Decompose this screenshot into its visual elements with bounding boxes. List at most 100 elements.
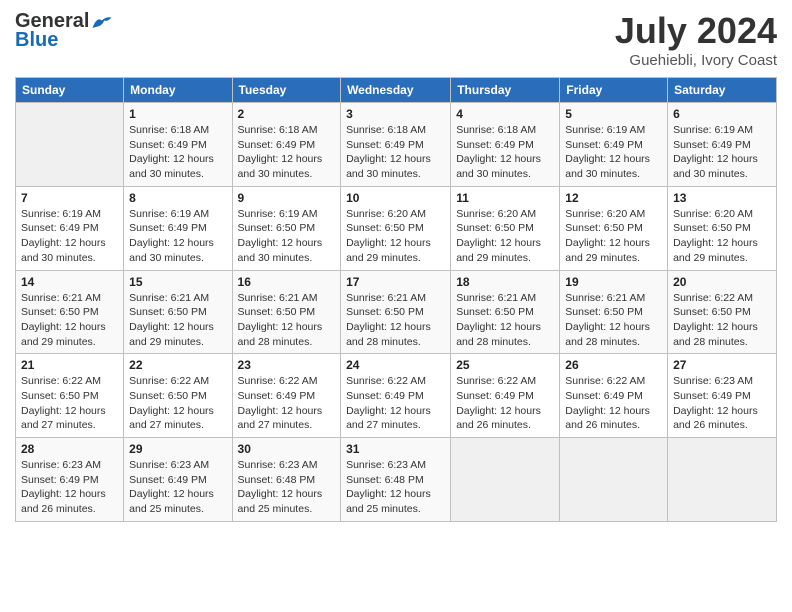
day-info: Sunrise: 6:20 AM Sunset: 6:50 PM Dayligh… xyxy=(456,207,554,266)
day-number: 23 xyxy=(238,358,336,372)
day-info: Sunrise: 6:23 AM Sunset: 6:48 PM Dayligh… xyxy=(238,458,336,517)
page: General Blue July 2024 Guehiebli, Ivory … xyxy=(0,0,792,612)
day-info: Sunrise: 6:22 AM Sunset: 6:49 PM Dayligh… xyxy=(346,374,445,433)
table-cell xyxy=(668,438,777,522)
day-info: Sunrise: 6:20 AM Sunset: 6:50 PM Dayligh… xyxy=(565,207,662,266)
header-tuesday: Tuesday xyxy=(232,78,341,103)
day-info: Sunrise: 6:19 AM Sunset: 6:50 PM Dayligh… xyxy=(238,207,336,266)
day-number: 26 xyxy=(565,358,662,372)
day-number: 30 xyxy=(238,442,336,456)
calendar-header-row: Sunday Monday Tuesday Wednesday Thursday… xyxy=(16,78,777,103)
day-number: 1 xyxy=(129,107,226,121)
table-cell: 24Sunrise: 6:22 AM Sunset: 6:49 PM Dayli… xyxy=(341,354,451,438)
header-saturday: Saturday xyxy=(668,78,777,103)
table-cell: 10Sunrise: 6:20 AM Sunset: 6:50 PM Dayli… xyxy=(341,186,451,270)
day-info: Sunrise: 6:21 AM Sunset: 6:50 PM Dayligh… xyxy=(21,291,118,350)
table-cell: 13 Sunrise: 6:20 AM Sunset: 6:50 PM Dayli… xyxy=(668,186,777,270)
table-cell: 23 Sunrise: 6:22 AM Sunset: 6:49 PM Dayli… xyxy=(232,354,341,438)
day-number: 14 xyxy=(21,275,118,289)
day-number: 22 xyxy=(129,358,226,372)
day-info: Sunrise: 6:23 AM Sunset: 6:48 PM Dayligh… xyxy=(346,458,445,517)
table-cell: 19 Sunrise: 6:21 AM Sunset: 6:50 PM Dayli… xyxy=(560,270,668,354)
table-cell: 28Sunrise: 6:23 AM Sunset: 6:49 PM Dayli… xyxy=(16,438,124,522)
table-cell: 30 Sunrise: 6:23 AM Sunset: 6:48 PM Dayli… xyxy=(232,438,341,522)
table-cell: 5Sunrise: 6:19 AM Sunset: 6:49 PM Daylig… xyxy=(560,103,668,187)
table-cell: 22Sunrise: 6:22 AM Sunset: 6:50 PM Dayli… xyxy=(124,354,232,438)
day-number: 2 xyxy=(238,107,336,121)
day-info: Sunrise: 6:18 AM Sunset: 6:49 PM Dayligh… xyxy=(238,123,336,182)
table-cell: 29Sunrise: 6:23 AM Sunset: 6:49 PM Dayli… xyxy=(124,438,232,522)
month-year: July 2024 xyxy=(615,10,777,52)
table-cell: 26 Sunrise: 6:22 AM Sunset: 6:49 PM Dayli… xyxy=(560,354,668,438)
day-info: Sunrise: 6:22 AM Sunset: 6:49 PM Dayligh… xyxy=(565,374,662,433)
week-row-1: 1 Sunrise: 6:18 AM Sunset: 6:49 PM Daylig… xyxy=(16,103,777,187)
day-number: 9 xyxy=(238,191,336,205)
week-row-5: 28Sunrise: 6:23 AM Sunset: 6:49 PM Dayli… xyxy=(16,438,777,522)
table-cell: 15 Sunrise: 6:21 AM Sunset: 6:50 PM Dayli… xyxy=(124,270,232,354)
day-number: 20 xyxy=(673,275,771,289)
day-info: Sunrise: 6:21 AM Sunset: 6:50 PM Dayligh… xyxy=(238,291,336,350)
day-info: Sunrise: 6:23 AM Sunset: 6:49 PM Dayligh… xyxy=(673,374,771,433)
table-cell: 2 Sunrise: 6:18 AM Sunset: 6:49 PM Daylig… xyxy=(232,103,341,187)
table-cell: 27 Sunrise: 6:23 AM Sunset: 6:49 PM Dayli… xyxy=(668,354,777,438)
day-info: Sunrise: 6:21 AM Sunset: 6:50 PM Dayligh… xyxy=(565,291,662,350)
day-number: 12 xyxy=(565,191,662,205)
day-info: Sunrise: 6:20 AM Sunset: 6:50 PM Dayligh… xyxy=(673,207,771,266)
day-info: Sunrise: 6:19 AM Sunset: 6:49 PM Dayligh… xyxy=(673,123,771,182)
day-info: Sunrise: 6:19 AM Sunset: 6:49 PM Dayligh… xyxy=(565,123,662,182)
table-cell: 6 Sunrise: 6:19 AM Sunset: 6:49 PM Daylig… xyxy=(668,103,777,187)
title-area: July 2024 Guehiebli, Ivory Coast xyxy=(615,10,777,69)
day-info: Sunrise: 6:19 AM Sunset: 6:49 PM Dayligh… xyxy=(129,207,226,266)
week-row-4: 21Sunrise: 6:22 AM Sunset: 6:50 PM Dayli… xyxy=(16,354,777,438)
header-monday: Monday xyxy=(124,78,232,103)
table-cell xyxy=(560,438,668,522)
day-info: Sunrise: 6:18 AM Sunset: 6:49 PM Dayligh… xyxy=(456,123,554,182)
table-cell: 31 Sunrise: 6:23 AM Sunset: 6:48 PM Dayli… xyxy=(341,438,451,522)
day-info: Sunrise: 6:18 AM Sunset: 6:49 PM Dayligh… xyxy=(346,123,445,182)
header-wednesday: Wednesday xyxy=(341,78,451,103)
table-cell: 8 Sunrise: 6:19 AM Sunset: 6:49 PM Daylig… xyxy=(124,186,232,270)
logo-blue-text: Blue xyxy=(15,29,58,52)
day-number: 10 xyxy=(346,191,445,205)
table-cell xyxy=(16,103,124,187)
day-number: 19 xyxy=(565,275,662,289)
day-number: 31 xyxy=(346,442,445,456)
table-cell: 21Sunrise: 6:22 AM Sunset: 6:50 PM Dayli… xyxy=(16,354,124,438)
table-cell: 25Sunrise: 6:22 AM Sunset: 6:49 PM Dayli… xyxy=(451,354,560,438)
table-cell: 4Sunrise: 6:18 AM Sunset: 6:49 PM Daylig… xyxy=(451,103,560,187)
header: General Blue July 2024 Guehiebli, Ivory … xyxy=(15,10,777,69)
day-number: 15 xyxy=(129,275,226,289)
week-row-3: 14 Sunrise: 6:21 AM Sunset: 6:50 PM Dayli… xyxy=(16,270,777,354)
table-cell xyxy=(451,438,560,522)
day-number: 17 xyxy=(346,275,445,289)
day-number: 21 xyxy=(21,358,118,372)
table-cell: 11 Sunrise: 6:20 AM Sunset: 6:50 PM Dayli… xyxy=(451,186,560,270)
day-number: 13 xyxy=(673,191,771,205)
day-number: 27 xyxy=(673,358,771,372)
table-cell: 17 Sunrise: 6:21 AM Sunset: 6:50 PM Dayli… xyxy=(341,270,451,354)
day-number: 6 xyxy=(673,107,771,121)
table-cell: 1Sunrise: 6:18 AM Sunset: 6:49 PM Daylig… xyxy=(124,103,232,187)
day-info: Sunrise: 6:22 AM Sunset: 6:49 PM Dayligh… xyxy=(238,374,336,433)
day-number: 11 xyxy=(456,191,554,205)
location: Guehiebli, Ivory Coast xyxy=(615,52,777,69)
day-number: 8 xyxy=(129,191,226,205)
day-info: Sunrise: 6:19 AM Sunset: 6:49 PM Dayligh… xyxy=(21,207,118,266)
table-cell: 12 Sunrise: 6:20 AM Sunset: 6:50 PM Dayli… xyxy=(560,186,668,270)
day-info: Sunrise: 6:21 AM Sunset: 6:50 PM Dayligh… xyxy=(129,291,226,350)
logo-bird-icon xyxy=(91,13,113,31)
day-info: Sunrise: 6:23 AM Sunset: 6:49 PM Dayligh… xyxy=(21,458,118,517)
calendar-table: Sunday Monday Tuesday Wednesday Thursday… xyxy=(15,77,777,522)
day-info: Sunrise: 6:22 AM Sunset: 6:50 PM Dayligh… xyxy=(673,291,771,350)
day-number: 29 xyxy=(129,442,226,456)
table-cell: 18 Sunrise: 6:21 AM Sunset: 6:50 PM Dayli… xyxy=(451,270,560,354)
day-number: 25 xyxy=(456,358,554,372)
day-info: Sunrise: 6:21 AM Sunset: 6:50 PM Dayligh… xyxy=(456,291,554,350)
table-cell: 9 Sunrise: 6:19 AM Sunset: 6:50 PM Daylig… xyxy=(232,186,341,270)
table-cell: 16Sunrise: 6:21 AM Sunset: 6:50 PM Dayli… xyxy=(232,270,341,354)
day-number: 18 xyxy=(456,275,554,289)
header-thursday: Thursday xyxy=(451,78,560,103)
table-cell: 7Sunrise: 6:19 AM Sunset: 6:49 PM Daylig… xyxy=(16,186,124,270)
day-number: 3 xyxy=(346,107,445,121)
day-info: Sunrise: 6:21 AM Sunset: 6:50 PM Dayligh… xyxy=(346,291,445,350)
